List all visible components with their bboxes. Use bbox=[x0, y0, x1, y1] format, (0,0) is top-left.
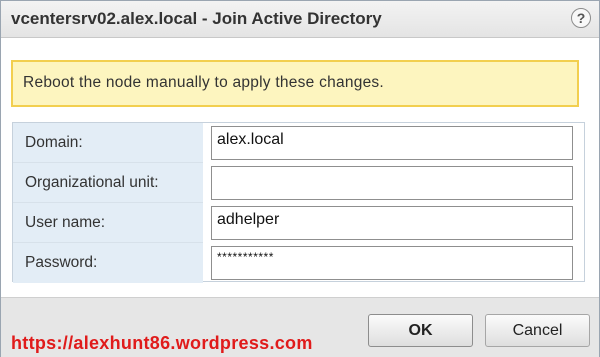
warning-message: Reboot the node manually to apply these … bbox=[23, 74, 384, 91]
ok-button[interactable]: OK bbox=[368, 314, 473, 347]
domain-label: Domain: bbox=[25, 134, 83, 151]
password-label: Password: bbox=[25, 254, 98, 271]
organizational-unit-label-cell: Organizational unit: bbox=[13, 163, 203, 203]
join-domain-form: Domain: Organizational unit: User name: … bbox=[12, 122, 585, 283]
join-active-directory-dialog: vcentersrv02.alex.local - Join Active Di… bbox=[0, 0, 600, 357]
user-name-label-cell: User name: bbox=[13, 203, 203, 243]
form-row-password: Password: bbox=[13, 243, 584, 283]
dialog-title: vcentersrv02.alex.local - Join Active Di… bbox=[11, 9, 382, 28]
form-row-organizational-unit: Organizational unit: bbox=[13, 163, 584, 203]
user-name-field[interactable] bbox=[211, 206, 573, 240]
password-field[interactable] bbox=[211, 246, 573, 280]
cancel-button[interactable]: Cancel bbox=[485, 314, 590, 347]
reboot-warning-banner: Reboot the node manually to apply these … bbox=[11, 60, 579, 107]
password-label-cell: Password: bbox=[13, 243, 203, 283]
watermark-url: https://alexhunt86.wordpress.com bbox=[11, 333, 313, 353]
organizational-unit-label: Organizational unit: bbox=[25, 174, 159, 191]
dialog-title-bar: vcentersrv02.alex.local - Join Active Di… bbox=[1, 1, 599, 38]
domain-label-cell: Domain: bbox=[13, 123, 203, 163]
domain-field[interactable] bbox=[211, 126, 573, 160]
organizational-unit-field[interactable] bbox=[211, 166, 573, 200]
form-row-domain: Domain: bbox=[13, 123, 584, 163]
user-name-label: User name: bbox=[25, 214, 106, 231]
help-icon[interactable]: ? bbox=[571, 8, 591, 28]
form-row-user-name: User name: bbox=[13, 203, 584, 243]
